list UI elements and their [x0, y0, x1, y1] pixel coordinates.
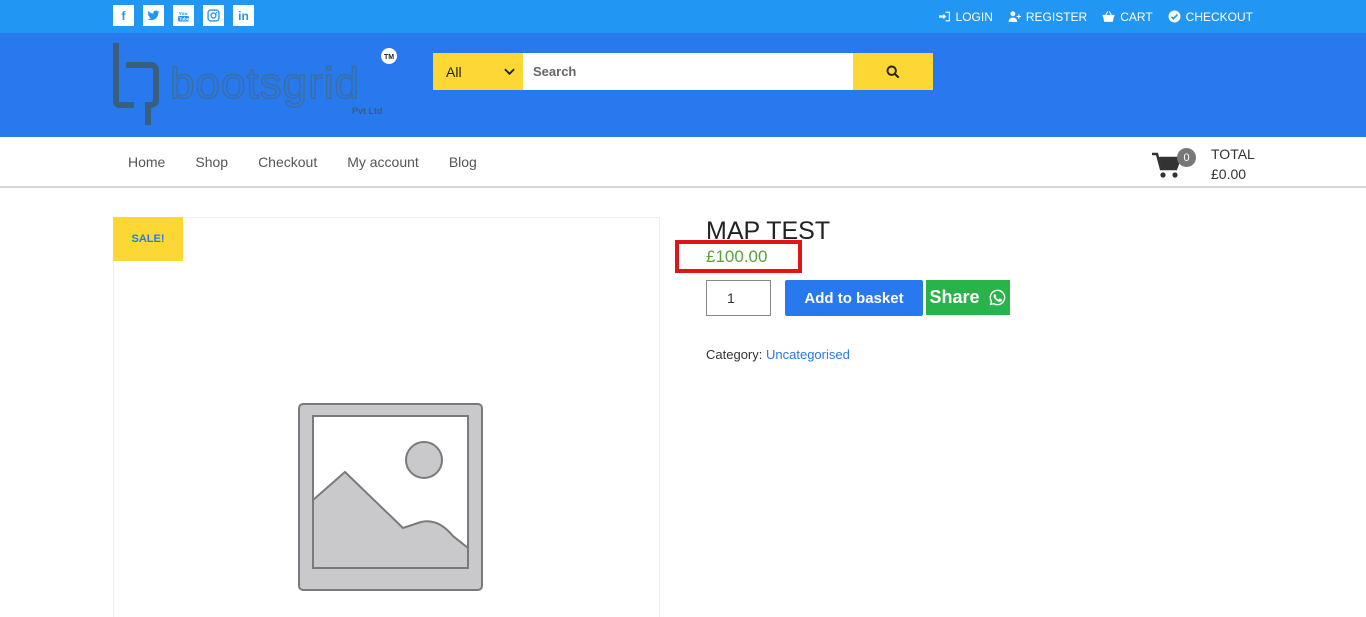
category-link[interactable]: Uncategorised	[766, 347, 850, 362]
cart-count-badge: 0	[1177, 148, 1196, 167]
nav-item-my-account[interactable]: My account	[332, 154, 434, 170]
cart-total-label: TOTAL	[1211, 146, 1255, 162]
nav-item-checkout[interactable]: Checkout	[243, 154, 332, 170]
facebook-icon[interactable]: f	[113, 5, 134, 26]
main-nav: Home Shop Checkout My account Blog 0 TOT…	[0, 137, 1366, 188]
category-select-value: All	[446, 63, 462, 80]
sale-badge: SALE!	[113, 217, 183, 261]
bootsgrid-logo[interactable]: bootsgrid Pvt Ltd TM	[112, 41, 402, 129]
product-price: £100.00	[706, 247, 768, 266]
sign-in-icon	[938, 11, 950, 22]
whatsapp-share-button[interactable]: Share	[926, 280, 1010, 315]
whatsapp-icon	[989, 289, 1005, 306]
svg-text:Tube: Tube	[179, 16, 190, 21]
linkedin-icon[interactable]: in	[233, 5, 254, 26]
add-to-basket-button[interactable]: Add to basket	[785, 280, 923, 316]
login-label: LOGIN	[955, 9, 993, 24]
search-icon	[886, 65, 900, 78]
login-link[interactable]: LOGIN	[938, 10, 993, 24]
register-link[interactable]: REGISTER	[1008, 10, 1087, 24]
cart-total-value: £0.00	[1211, 166, 1247, 182]
product-category: Category: Uncategorised	[706, 347, 850, 362]
trademark-symbol: TM	[384, 54, 394, 61]
youtube-icon[interactable]: You Tube	[173, 5, 194, 26]
cart-link[interactable]: CART	[1102, 9, 1153, 24]
social-links: f You Tube in	[113, 5, 254, 26]
nav-item-shop[interactable]: Shop	[180, 154, 243, 170]
logo-subtitle: Pvt Ltd	[352, 106, 383, 116]
register-label: REGISTER	[1025, 9, 1088, 24]
user-plus-icon	[1008, 11, 1021, 22]
search-button[interactable]	[853, 53, 933, 90]
checkout-label: CHECKOUT	[1185, 9, 1253, 24]
checkout-link[interactable]: CHECKOUT	[1168, 10, 1253, 24]
cart-label: CART	[1120, 9, 1153, 24]
category-label: Category:	[706, 347, 763, 362]
nav-item-home[interactable]: Home	[113, 154, 180, 170]
category-select[interactable]: All	[433, 53, 523, 90]
site-header: bootsgrid Pvt Ltd TM All	[0, 33, 1366, 137]
top-bar: f You Tube in LOGIN REGISTER CART CHECKOU…	[0, 0, 1366, 33]
mini-cart[interactable]: 0 TOTAL £0.00	[1152, 144, 1255, 184]
nav-item-blog[interactable]: Blog	[434, 154, 492, 170]
chevron-down-icon	[504, 68, 515, 76]
svg-text:bootsgrid: bootsgrid	[170, 59, 360, 108]
instagram-icon[interactable]	[203, 5, 224, 26]
twitter-icon[interactable]	[143, 5, 164, 26]
image-placeholder-icon[interactable]	[293, 398, 488, 594]
share-label: Share	[929, 287, 980, 307]
quantity-input[interactable]	[706, 280, 771, 316]
account-links: LOGIN REGISTER CART CHECKOUT	[938, 0, 1253, 33]
basket-icon	[1102, 11, 1115, 22]
search-bar: All	[433, 53, 933, 90]
check-circle-icon	[1168, 10, 1181, 23]
search-input[interactable]	[523, 53, 853, 90]
